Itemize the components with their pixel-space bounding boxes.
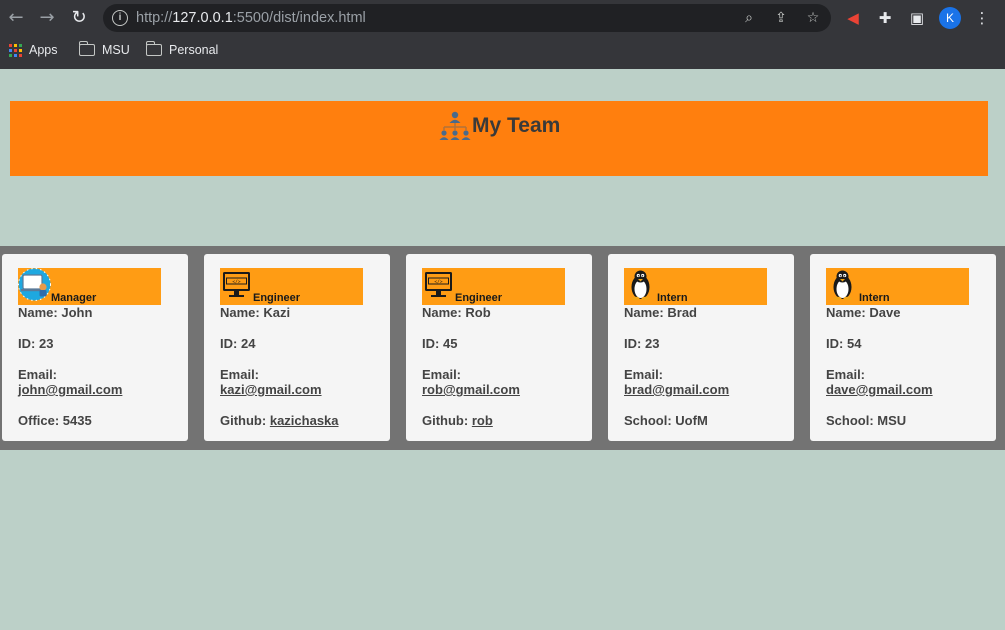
employee-card-intern-brad: Intern Name: Brad ID: 23 Email: brad@gma… [608,254,794,441]
employee-email-label: Email: [826,367,866,382]
employee-name: Name: Rob [422,305,491,320]
engineer-computer-icon: </> [425,272,452,297]
role-label: Intern [859,292,890,304]
employee-email: rob@gmail.com [422,382,520,397]
email-link[interactable]: kazi@gmail.com [220,382,322,397]
address-bar[interactable]: i http://127.0.0.1:5500/dist/index.html … [103,4,831,32]
email-link[interactable]: john@gmail.com [18,382,122,397]
bookmark-folder-personal[interactable]: Personal [145,41,219,58]
employee-extra: Github: rob [422,413,493,428]
bookmark-apps[interactable]: Apps [9,42,58,58]
employee-card-engineer-kazi: </> Engineer Name: Kazi ID: 24 Email: ka… [204,254,390,441]
employee-name: Name: Kazi [220,305,291,320]
profile-avatar[interactable]: K [939,7,961,29]
page-title: My Team [472,114,561,137]
folder-icon [145,41,162,56]
bookmark-label: MSU [102,43,130,57]
employee-id: ID: 45 [422,336,458,351]
role-label: Engineer [455,292,503,304]
intern-penguin-icon [833,270,852,301]
employee-email: kazi@gmail.com [220,382,322,397]
role-header: Intern [826,268,969,305]
forward-icon[interactable]: → [36,7,58,29]
employee-extra: Office: 5435 [18,413,92,428]
github-link[interactable]: rob [472,413,493,428]
folder-icon [78,41,95,56]
employee-email-label: Email: [18,367,58,382]
email-link[interactable]: dave@gmail.com [826,382,933,397]
employee-id: ID: 23 [18,336,54,351]
role-header: </> Engineer [422,268,565,305]
role-label: Engineer [253,292,301,304]
apps-grid-icon [9,43,22,57]
employee-card-intern-dave: Intern Name: Dave ID: 54 Email: dave@gma… [810,254,996,441]
employee-extra: School: MSU [826,413,907,428]
bookmarks-bar: Apps MSU Personal [0,36,1005,64]
zoom-icon[interactable]: ⌕ [740,9,758,27]
employee-extra: School: UofM [624,413,708,428]
bookmark-label: Personal [169,43,219,57]
back-icon[interactable]: ← [5,7,27,29]
employee-name: Name: John [18,305,93,320]
team-org-chart-icon [439,111,471,140]
role-header: Intern [624,268,767,305]
github-link[interactable]: kazichaska [270,413,339,428]
bookmark-star-icon[interactable]: ☆ [804,9,822,27]
employee-email-label: Email: [220,367,260,382]
role-header: Manager [18,268,161,305]
intern-penguin-icon [631,270,650,301]
employee-card-engineer-rob: </> Engineer Name: Rob ID: 45 Email: rob… [406,254,592,441]
share-icon[interactable]: ⇪ [772,9,790,27]
reload-icon[interactable]: ↻ [68,7,90,29]
bookmark-folder-msu[interactable]: MSU [78,41,130,58]
team-title: My Team [438,101,560,151]
engineer-computer-icon: </> [223,272,250,297]
browser-toolbar: ← → ↻ i http://127.0.0.1:5500/dist/index… [0,0,1005,36]
employee-email: brad@gmail.com [624,382,729,397]
employee-email-label: Email: [624,367,664,382]
browser-chrome: ← → ↻ i http://127.0.0.1:5500/dist/index… [0,0,1005,69]
manager-whiteboard-icon [18,268,51,301]
menu-kebab-icon[interactable]: ⋮ [972,8,992,28]
url-text[interactable]: http://127.0.0.1:5500/dist/index.html [136,10,366,26]
role-label: Intern [657,292,688,304]
role-header: </> Engineer [220,268,363,305]
side-panel-icon[interactable]: ▣ [907,8,927,28]
employee-name: Name: Dave [826,305,901,320]
employee-card-manager-john: Manager Name: John ID: 23 Email: john@gm… [2,254,188,441]
employee-id: ID: 24 [220,336,256,351]
employee-email: dave@gmail.com [826,382,933,397]
employee-id: ID: 54 [826,336,862,351]
site-info-icon[interactable]: i [112,10,128,26]
employee-extra: Github: kazichaska [220,413,339,428]
employee-id: ID: 23 [624,336,660,351]
role-label: Manager [51,292,97,304]
employee-email: john@gmail.com [18,382,122,397]
employee-email-label: Email: [422,367,462,382]
svg-text:</>: </> [434,279,442,285]
svg-text:</>: </> [232,279,240,285]
email-link[interactable]: brad@gmail.com [624,382,729,397]
email-link[interactable]: rob@gmail.com [422,382,520,397]
extension-record-icon[interactable]: ◀ [843,8,863,28]
extensions-puzzle-icon[interactable]: ✚ [875,8,895,28]
bookmark-label: Apps [29,43,58,57]
employee-name: Name: Brad [624,305,697,320]
